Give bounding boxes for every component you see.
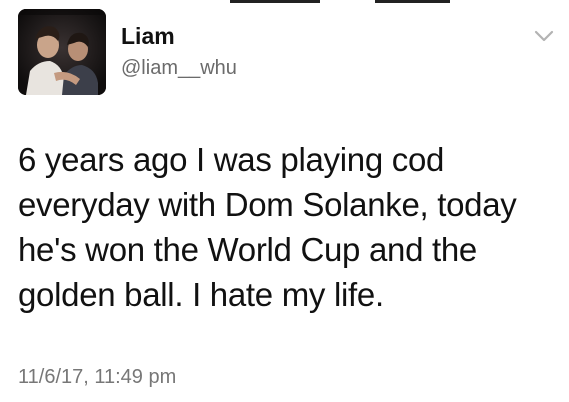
- display-name[interactable]: Liam: [121, 22, 237, 50]
- tweet-text: 6 years ago I was playing cod everyday w…: [18, 137, 558, 317]
- tweet-timestamp[interactable]: 11/6/17, 11:49 pm: [18, 365, 176, 389]
- tweet-card: Liam @liam__whu 6 years ago I was playin…: [0, 0, 569, 402]
- tweet-text-line: everyday with Dom Solanke, today: [18, 186, 517, 223]
- tweet-text-line: he's won the World Cup and the: [18, 231, 477, 268]
- tweet-text-line: golden ball. I hate my life.: [18, 276, 384, 313]
- user-handle[interactable]: @liam__whu: [121, 55, 237, 81]
- tweet-text-line: 6 years ago I was playing cod: [18, 141, 445, 178]
- chevron-down-icon[interactable]: [533, 28, 555, 44]
- avatar-photo: [18, 9, 106, 95]
- tweet-header: Liam @liam__whu: [121, 22, 237, 81]
- avatar[interactable]: [18, 9, 106, 95]
